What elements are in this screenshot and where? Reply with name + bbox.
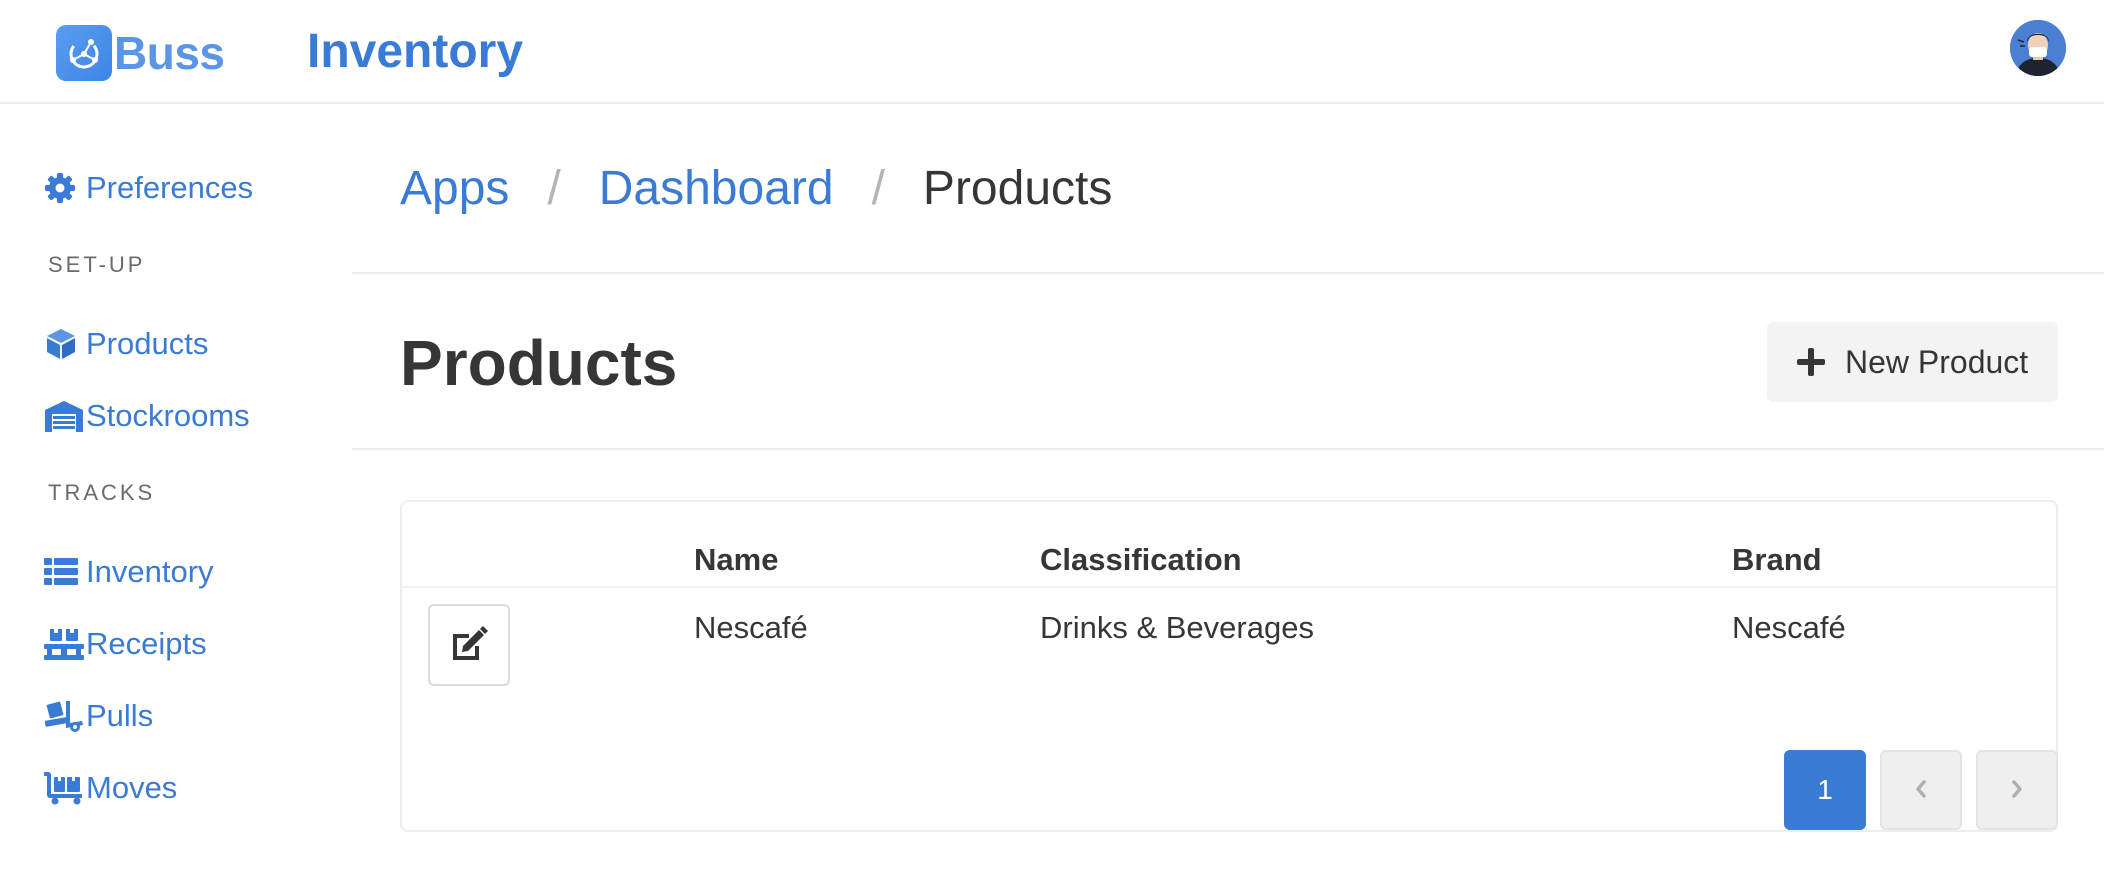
section-label-tracks: TRACKS bbox=[48, 480, 156, 505]
breadcrumb-separator: / bbox=[547, 161, 561, 215]
sidebar: Preferences SET-UP Products Stockrooms T… bbox=[0, 106, 352, 872]
section-label-setup: SET-UP bbox=[48, 252, 146, 277]
sidebar-item-label: Stockrooms bbox=[86, 398, 250, 433]
gear-icon bbox=[44, 170, 84, 206]
cell-classification: Drinks & Beverages bbox=[1040, 610, 1314, 645]
new-product-button[interactable]: New Product bbox=[1767, 322, 2058, 402]
sidebar-item-label: Products bbox=[86, 326, 209, 361]
header-divider bbox=[402, 586, 2056, 588]
top-navbar: Buss Inventory bbox=[0, 0, 2104, 104]
page-title: Products bbox=[400, 327, 678, 399]
divider bbox=[352, 272, 2104, 274]
column-header-name[interactable]: Name bbox=[694, 542, 778, 578]
warehouse-icon bbox=[44, 398, 84, 434]
dolly-icon bbox=[44, 698, 84, 734]
sidebar-item-label: Receipts bbox=[86, 626, 207, 661]
products-table: Name Classification Brand Nescafé Drinks… bbox=[400, 500, 2058, 832]
edit-icon bbox=[449, 625, 489, 665]
sidebar-item-label: Inventory bbox=[86, 554, 214, 589]
breadcrumb-current: Products bbox=[922, 161, 1113, 215]
sidebar-item-label: Moves bbox=[86, 770, 178, 805]
cube-icon bbox=[44, 326, 84, 362]
plus-icon bbox=[1795, 346, 1827, 378]
sidebar-item-receipts[interactable]: Receipts bbox=[44, 624, 207, 664]
sidebar-item-inventory[interactable]: Inventory bbox=[44, 552, 214, 592]
sidebar-item-moves[interactable]: Moves bbox=[44, 768, 177, 808]
list-icon bbox=[44, 554, 84, 590]
column-header-brand[interactable]: Brand bbox=[1732, 542, 1822, 578]
breadcrumb-separator: / bbox=[871, 161, 885, 215]
sidebar-item-label: Preferences bbox=[86, 170, 254, 205]
logo-icon bbox=[56, 25, 112, 81]
sidebar-item-stockrooms[interactable]: Stockrooms bbox=[44, 396, 250, 436]
edit-product-button[interactable] bbox=[428, 604, 510, 686]
chevron-right-icon bbox=[2009, 774, 2025, 806]
previous-page-button[interactable] bbox=[1880, 750, 1962, 830]
brand-logo[interactable]: Buss bbox=[56, 25, 225, 81]
cell-brand: Nescafé bbox=[1732, 610, 1846, 645]
breadcrumb-dashboard[interactable]: Dashboard bbox=[599, 161, 834, 216]
sidebar-item-label: Pulls bbox=[86, 698, 154, 733]
user-avatar[interactable] bbox=[2010, 20, 2066, 76]
sidebar-item-products[interactable]: Products bbox=[44, 324, 208, 364]
breadcrumb-apps[interactable]: Apps bbox=[400, 161, 509, 216]
column-header-classification[interactable]: Classification bbox=[1040, 542, 1242, 578]
chevron-left-icon bbox=[1913, 774, 1929, 806]
app-title: Inventory bbox=[307, 25, 524, 78]
pallet-icon bbox=[44, 626, 84, 662]
divider bbox=[352, 448, 2104, 450]
next-page-button[interactable] bbox=[1976, 750, 2058, 830]
breadcrumb: Apps / Dashboard / Products bbox=[400, 158, 1112, 218]
logo-text: Buss bbox=[114, 27, 225, 79]
page-button-current[interactable]: 1 bbox=[1784, 750, 1866, 830]
sidebar-item-preferences[interactable]: Preferences bbox=[44, 168, 253, 208]
cart-flatbed-icon bbox=[44, 770, 84, 806]
cell-name: Nescafé bbox=[694, 610, 808, 645]
new-product-label: New Product bbox=[1845, 343, 2029, 380]
sidebar-item-pulls[interactable]: Pulls bbox=[44, 696, 153, 736]
